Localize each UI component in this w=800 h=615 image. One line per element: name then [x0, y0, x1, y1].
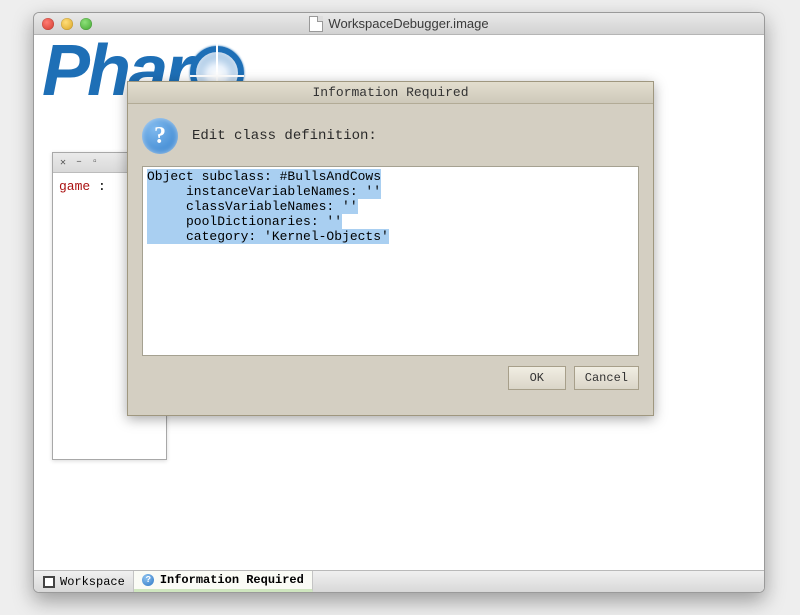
pharo-world[interactable]: Phar ✕ – ▫ game : Information Required — [34, 35, 764, 592]
workspace-close-icon[interactable]: ✕ — [57, 157, 69, 169]
dialog-prompt: Edit class definition: — [192, 128, 377, 144]
workspace-window-controls: ✕ – ▫ — [57, 157, 101, 169]
workspace-taskbar-icon — [42, 575, 55, 588]
ok-button[interactable]: OK — [508, 366, 566, 390]
workspace-expand-icon[interactable]: ▫ — [89, 157, 101, 169]
dialog-prompt-row: ? Edit class definition: — [142, 118, 639, 154]
taskbar-item-information-required[interactable]: ? Information Required — [134, 571, 313, 592]
app-window: WorkspaceDebugger.image Phar ✕ – ▫ game … — [33, 12, 765, 593]
workspace-text-keyword: game — [59, 179, 90, 194]
dialog-button-row: OK Cancel — [142, 366, 639, 390]
dialog-title-text: Information Required — [312, 85, 468, 100]
info-taskbar-icon: ? — [142, 574, 155, 587]
class-definition-input[interactable]: Object subclass: #BullsAndCows instanceV… — [142, 166, 639, 356]
taskbar-item-workspace[interactable]: Workspace — [34, 571, 134, 592]
cancel-button[interactable]: Cancel — [574, 366, 639, 390]
taskbar-item-workspace-label: Workspace — [60, 575, 125, 589]
document-icon — [309, 16, 323, 32]
code-line-4: poolDictionaries: '' — [147, 214, 342, 229]
taskbar: Workspace ? Information Required — [34, 570, 764, 592]
window-title: WorkspaceDebugger.image — [34, 16, 764, 32]
taskbar-item-info-label: Information Required — [160, 573, 304, 587]
workspace-text-rest: : — [90, 179, 106, 194]
dialog-body: ? Edit class definition: Object subclass… — [128, 104, 653, 400]
dialog-titlebar[interactable]: Information Required — [128, 82, 653, 104]
code-line-3: classVariableNames: '' — [147, 199, 358, 214]
code-line-1: Object subclass: #BullsAndCows — [147, 169, 381, 184]
question-icon: ? — [142, 118, 178, 154]
code-line-5: category: 'Kernel-Objects' — [147, 229, 389, 244]
titlebar[interactable]: WorkspaceDebugger.image — [34, 13, 764, 35]
window-title-text: WorkspaceDebugger.image — [328, 16, 488, 31]
workspace-minimize-icon[interactable]: – — [73, 157, 85, 169]
information-required-dialog: Information Required ? Edit class defini… — [127, 81, 654, 416]
code-line-2: instanceVariableNames: '' — [147, 184, 381, 199]
